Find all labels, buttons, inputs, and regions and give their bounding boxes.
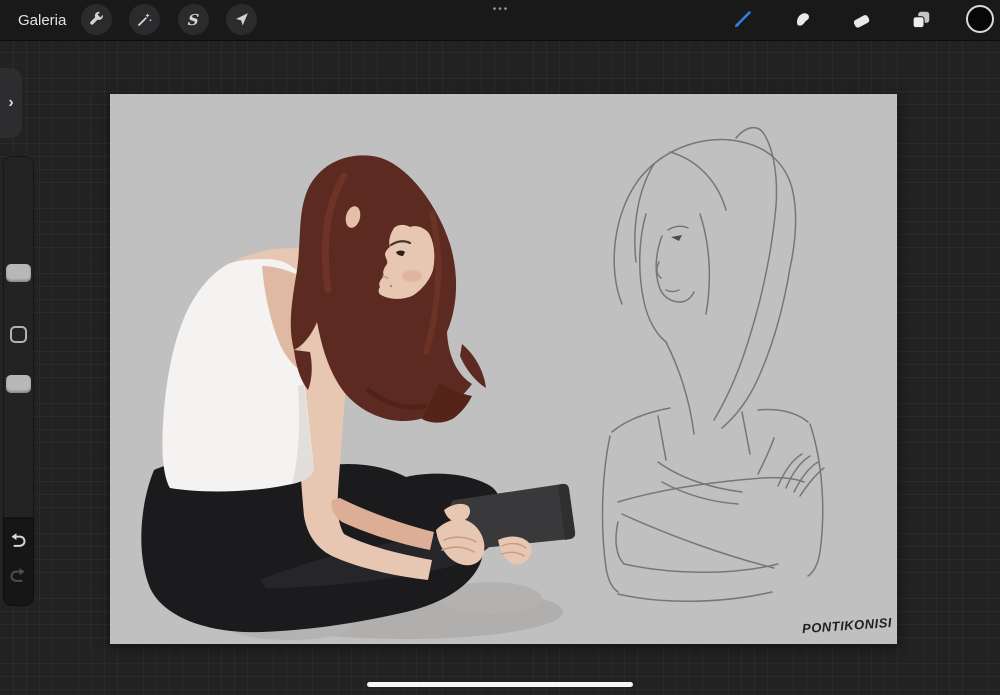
undo-icon xyxy=(7,530,29,552)
transform-arrow-icon xyxy=(233,11,250,28)
transform-button[interactable] xyxy=(226,4,257,35)
home-indicator-bar[interactable] xyxy=(367,682,633,687)
color-circle-icon[interactable] xyxy=(966,5,994,33)
paint-tool-button[interactable] xyxy=(726,4,757,35)
drawing-canvas[interactable]: PONTIKONISI xyxy=(110,94,897,644)
gallery-button[interactable]: Galeria xyxy=(18,0,66,40)
erase-tool-button[interactable] xyxy=(846,4,877,35)
undo-redo-panel xyxy=(3,518,34,606)
brush-size-slider[interactable] xyxy=(6,264,31,282)
eraser-icon xyxy=(851,9,873,31)
gallery-label: Galeria xyxy=(18,11,67,29)
brush-icon xyxy=(730,8,754,32)
artwork-illustration xyxy=(141,126,825,640)
opacity-slider[interactable] xyxy=(6,375,31,393)
selection-s-icon: S xyxy=(187,10,200,29)
wrench-icon xyxy=(88,11,105,28)
magic-wand-icon xyxy=(136,11,153,28)
adjustments-button[interactable] xyxy=(129,4,160,35)
smudge-tool-button[interactable] xyxy=(787,4,818,35)
undo-button[interactable] xyxy=(7,530,29,552)
layers-icon xyxy=(910,9,932,31)
selection-button[interactable]: S xyxy=(178,4,209,35)
actions-button[interactable] xyxy=(81,4,112,35)
top-toolbar: Galeria S ••• xyxy=(0,0,1000,41)
layers-button[interactable] xyxy=(905,4,936,35)
brush-sidebar xyxy=(3,156,34,518)
chevron-right-icon: › xyxy=(8,94,14,111)
redo-icon xyxy=(7,565,29,587)
modify-button[interactable] xyxy=(10,326,27,343)
more-options-icon[interactable]: ••• xyxy=(487,3,515,17)
redo-button[interactable] xyxy=(7,565,29,587)
smudge-icon xyxy=(792,9,814,31)
sidebar-expand-tab[interactable]: › xyxy=(0,68,22,138)
